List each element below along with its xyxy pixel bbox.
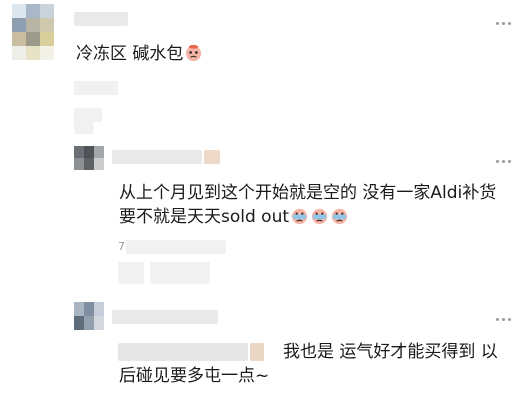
- more-options-icon[interactable]: [496, 20, 514, 26]
- more-options-icon[interactable]: [496, 316, 514, 322]
- mention-blurred-tail: [250, 343, 264, 361]
- comment-text-line1: 从上个月见到这个开始就是空的 没有一家Aldi补货: [119, 183, 497, 203]
- timestamp-blurred: [74, 81, 118, 95]
- username-blurred-tail: [204, 150, 220, 164]
- username-blurred[interactable]: [74, 12, 128, 26]
- like-action-blurred[interactable]: [74, 122, 94, 134]
- mention-blurred[interactable]: [118, 343, 248, 361]
- more-options-icon[interactable]: [496, 158, 514, 164]
- sweating-face-icon: [291, 208, 308, 225]
- comment-body: 冷冻区 碱水包: [76, 42, 203, 66]
- comment-text: 冷冻区 碱水包: [76, 44, 184, 64]
- comment-body-line2: 要不就是天天sold out: [119, 205, 349, 229]
- sweating-face-icon: [311, 208, 328, 225]
- comment-body: 从上个月见到这个开始就是空的 没有一家Aldi补货: [119, 181, 496, 205]
- comment-text-line2: 要不就是天天sold out: [119, 207, 290, 227]
- comment-text-line1: 我也是 运气好才能买得到 以: [283, 342, 498, 362]
- username-blurred[interactable]: [112, 310, 218, 324]
- like-action-blurred[interactable]: [150, 262, 210, 284]
- comment-thread: 冷冻区 碱水包 从上个月见到这个开始就是空的 没有一家Aldi补货 要不就是天天…: [0, 0, 521, 396]
- reply-action-blurred[interactable]: [118, 262, 144, 284]
- comment-text-line2: 后碰见要多屯一点~: [119, 366, 270, 386]
- avatar[interactable]: [74, 302, 104, 330]
- sweating-face-icon: [331, 208, 348, 225]
- avatar[interactable]: [12, 4, 54, 60]
- crying-face-icon: [186, 44, 202, 62]
- timestamp-blurred: [126, 240, 226, 254]
- timestamp-prefix: 7: [118, 240, 125, 253]
- comment-body: 我也是 运气好才能买得到 以: [283, 340, 498, 364]
- comment-body-line2: 后碰见要多屯一点~: [119, 364, 269, 388]
- avatar[interactable]: [74, 146, 104, 170]
- reply-action-blurred[interactable]: [74, 108, 102, 122]
- username-blurred[interactable]: [112, 150, 202, 164]
